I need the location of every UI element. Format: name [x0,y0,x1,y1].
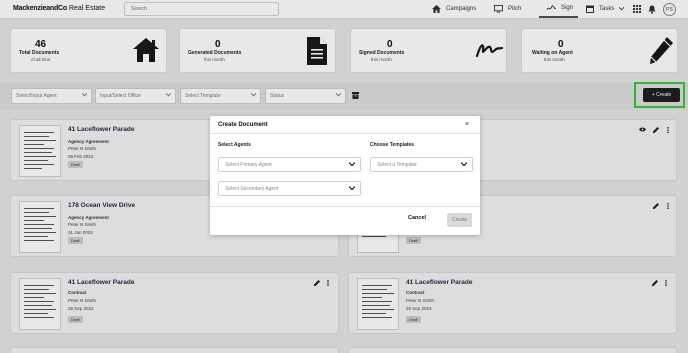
template-select[interactable]: Select a Template [370,157,473,172]
template-placeholder: Select a Template [377,161,417,168]
agents-label: Select Agents [218,142,251,148]
chevron-down-icon [349,162,355,167]
modal-footer-divider [210,206,480,207]
chevron-down-icon [461,162,467,167]
secondary-agent-select[interactable]: Select Secondary Agent [218,181,361,196]
chevron-down-icon [349,186,355,191]
close-icon[interactable]: × [465,121,469,128]
primary-agent-select[interactable]: Select Primary Agent [218,157,361,172]
modal-header-divider [210,133,480,134]
create-document-modal: Create Document × Select Agents Choose T… [210,116,480,235]
primary-agent-placeholder: Select Primary Agent [225,161,272,168]
templates-label: Choose Templates [370,142,415,148]
modal-title: Create Document [218,122,268,128]
secondary-agent-placeholder: Select Secondary Agent [225,185,279,192]
modal-create-button[interactable]: Create [447,213,472,227]
cancel-button[interactable]: Cancel [408,215,426,221]
